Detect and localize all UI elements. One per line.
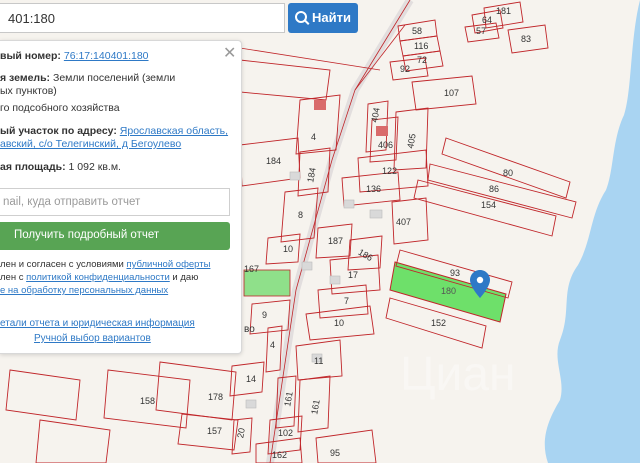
parcel-label: 187: [328, 236, 344, 246]
email-input[interactable]: nail, куда отправить отчет: [0, 188, 230, 216]
water-body: [544, 0, 640, 463]
land-category-value: Земли поселений (земли: [52, 72, 176, 84]
parcel-label: 116: [414, 41, 429, 51]
manual-selection-link[interactable]: Ручной выбор вариантов: [34, 333, 151, 344]
parcel-label: 8: [298, 210, 304, 220]
close-icon[interactable]: ✕: [223, 43, 236, 63]
search-button-label: Найти: [312, 10, 351, 25]
parcel-label: 92: [400, 64, 411, 74]
search-button[interactable]: Найти: [288, 3, 358, 33]
consent-text-2: лен с: [0, 272, 27, 283]
search-icon: [295, 11, 308, 23]
parcel-label: 20: [235, 427, 247, 439]
parcel-label: 162: [272, 450, 288, 460]
parcel-label: 72: [417, 55, 428, 65]
parcel-label: 181: [496, 6, 512, 16]
parcel-label: 57: [476, 26, 487, 36]
building: [376, 126, 388, 136]
parcel-9: [249, 299, 291, 335]
parcel-label: 9: [262, 310, 268, 320]
parcel-label: 64: [482, 15, 493, 25]
get-report-button[interactable]: Получить подробный отчет: [0, 222, 230, 250]
parcel-label: 86: [489, 184, 500, 194]
address-link-2[interactable]: авский, с/о Телегинский, д Бегоулево: [0, 138, 181, 150]
report-details-link[interactable]: етали отчета и юридическая информация: [0, 318, 195, 329]
parcel-178: [155, 361, 237, 421]
parcel-label: 407: [396, 217, 412, 227]
consent-text-1: лен и согласен с условиями: [0, 259, 127, 270]
building: [369, 209, 383, 219]
land-category-label: я земель:: [0, 72, 51, 84]
building: [245, 399, 257, 409]
parcel-label: 107: [444, 88, 460, 98]
building: [301, 261, 313, 271]
area-label: ая площадь:: [0, 161, 66, 173]
cadastral-number-link[interactable]: 76:17:140401:180: [64, 50, 149, 62]
building: [329, 275, 341, 285]
parcel-label: 83: [521, 34, 532, 44]
parcel-label: 406: [378, 140, 394, 150]
building: [289, 171, 301, 181]
parcel-label: 184: [266, 156, 282, 166]
parcel-label: 4: [270, 340, 276, 350]
parcel-left-2: [35, 419, 111, 463]
parcel-label: 4: [311, 132, 317, 142]
parcel-7: [317, 284, 369, 319]
parcel-label: 152: [431, 318, 447, 328]
parcel-label: 178: [208, 392, 224, 402]
consent-text-3: и даю: [169, 272, 199, 283]
parcel-label: 11: [314, 356, 324, 366]
parcel-label: 14: [246, 374, 257, 384]
address-link-1[interactable]: Ярославская область,: [120, 125, 228, 137]
building: [343, 199, 355, 209]
parcel-label: 58: [412, 26, 423, 36]
road-branch: [354, 24, 406, 91]
top-road: [239, 47, 381, 71]
parcel-95: [315, 429, 377, 463]
land-category-value-2: ых пунктов): [0, 85, 57, 97]
search-input[interactable]: 401:180: [0, 3, 285, 33]
parcel-info-panel: ✕ вый номер: 76:17:140401:180 я земель: …: [0, 40, 242, 354]
parcel-label: 17: [348, 270, 359, 280]
cadastral-number-label: вый номер:: [0, 50, 61, 62]
parcel-label: 93: [450, 268, 461, 278]
parcel-label: 10: [283, 244, 294, 254]
data-processing-link[interactable]: е на обработку персональных данных: [0, 285, 168, 296]
parcel-label: 102: [278, 428, 294, 438]
parcel-label: 167: [244, 264, 260, 274]
privacy-policy-link[interactable]: политикой конфиденциальности: [26, 272, 170, 283]
land-usage-value: го подсобного хозяйства: [0, 102, 120, 114]
parcel-label: 158: [140, 396, 156, 406]
parcel-label: 7: [344, 296, 350, 306]
address-label: ый участок по адресу:: [0, 125, 117, 137]
village-label: во: [244, 324, 255, 335]
parcel-left-3: [239, 59, 331, 101]
parcel-left-1: [5, 369, 81, 421]
area-value: 1 092 кв.м.: [68, 161, 121, 173]
parcel-label: 122: [382, 166, 398, 176]
selected-parcel-label: 180: [441, 286, 457, 296]
parcel-label: 154: [481, 200, 497, 210]
public-offer-link[interactable]: публичной оферты: [127, 259, 211, 270]
parcel-label: 80: [503, 168, 514, 178]
parcel-label: 136: [366, 184, 382, 194]
building: [314, 100, 326, 110]
watermark: Циан: [400, 348, 516, 401]
parcel-label: 10: [334, 318, 345, 328]
parcel-label: 157: [207, 426, 223, 436]
parcel-86: [427, 163, 577, 219]
parcel-label: 95: [330, 448, 341, 458]
